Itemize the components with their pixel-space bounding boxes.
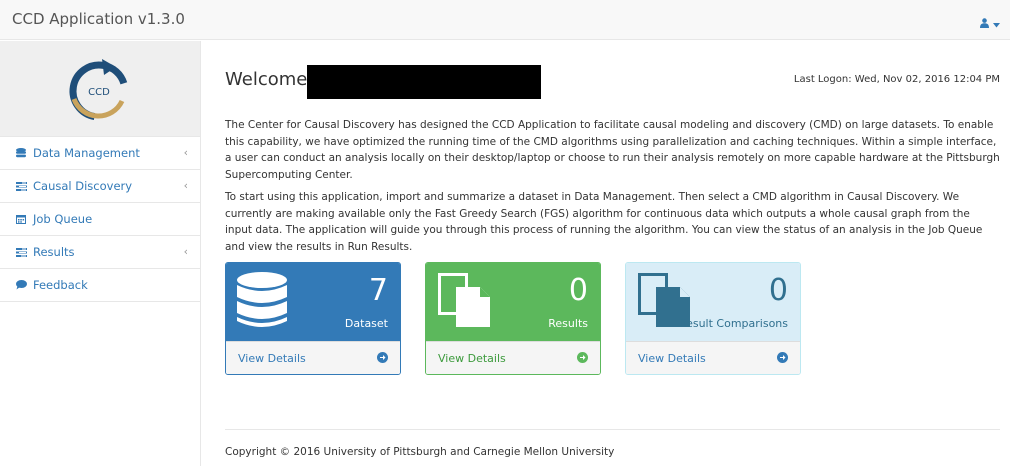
tasks-icon <box>14 179 28 193</box>
user-menu-button[interactable] <box>980 13 1000 32</box>
copyright-footer: Copyright © 2016 University of Pittsburg… <box>225 446 615 458</box>
redacted-username <box>307 65 541 99</box>
dataset-view-details[interactable]: View Details <box>226 341 400 374</box>
view-details-link[interactable]: View Details <box>438 352 506 365</box>
chevron-left-icon: ‹ <box>183 146 188 159</box>
result-comparisons-panel: 0 Result Comparisons View Details <box>625 262 801 375</box>
results-count: 0 <box>568 273 588 308</box>
chevron-left-icon: ‹ <box>183 179 188 192</box>
comment-icon <box>14 278 28 292</box>
sidebar: CCD Data Management ‹ Causal Discovery ‹… <box>0 41 201 466</box>
arrow-circle-right-icon <box>377 352 388 363</box>
tasks-icon <box>14 245 28 259</box>
dataset-count: 7 <box>368 273 388 308</box>
sidebar-item-results[interactable]: Results ‹ <box>0 236 200 269</box>
sidebar-item-feedback[interactable]: Feedback <box>0 269 200 302</box>
arrow-circle-right-icon <box>577 352 588 363</box>
app-title[interactable]: CCD Application v1.3.0 <box>12 10 185 28</box>
results-label: Results <box>548 317 588 330</box>
results-view-details[interactable]: View Details <box>426 341 600 374</box>
database-icon <box>236 271 288 333</box>
result-comparisons-count: 0 <box>768 273 788 308</box>
footer-divider <box>225 429 1000 430</box>
files-icon <box>436 271 492 333</box>
instructions-paragraph: To start using this application, import … <box>225 191 983 253</box>
page-title: Welcome <box>225 69 308 90</box>
sidebar-item-label: Results <box>33 245 75 259</box>
result-comparisons-view-details[interactable]: View Details <box>626 341 800 374</box>
results-panel: 0 Results View Details <box>425 262 601 375</box>
chevron-left-icon: ‹ <box>183 245 188 258</box>
sidebar-item-causal-discovery[interactable]: Causal Discovery ‹ <box>0 170 200 203</box>
view-details-link[interactable]: View Details <box>638 352 706 365</box>
user-icon <box>980 13 989 32</box>
calendar-icon <box>14 212 28 226</box>
sidebar-item-label: Causal Discovery <box>33 179 133 193</box>
dataset-panel: 7 Dataset View Details <box>225 262 401 375</box>
svg-text:CCD: CCD <box>88 87 110 98</box>
arrow-circle-right-icon <box>777 352 788 363</box>
intro-paragraph: The Center for Causal Discovery has desi… <box>225 119 1000 181</box>
database-icon <box>14 146 28 160</box>
sidebar-item-label: Data Management <box>33 146 140 160</box>
sidebar-item-data-management[interactable]: Data Management ‹ <box>0 137 200 170</box>
ccd-logo-icon: CCD <box>69 59 129 121</box>
sidebar-item-label: Feedback <box>33 278 88 292</box>
top-navbar: CCD Application v1.3.0 <box>0 0 1010 40</box>
sidebar-item-label: Job Queue <box>33 212 93 226</box>
caret-down-icon <box>993 13 1000 32</box>
last-logon: Last Logon: Wed, Nov 02, 2016 12:04 PM <box>793 74 1000 85</box>
logo: CCD <box>0 41 200 137</box>
sidebar-item-job-queue[interactable]: Job Queue <box>0 203 200 236</box>
result-comparisons-label: Result Comparisons <box>678 317 788 330</box>
view-details-link[interactable]: View Details <box>238 352 306 365</box>
dataset-label: Dataset <box>344 317 388 330</box>
